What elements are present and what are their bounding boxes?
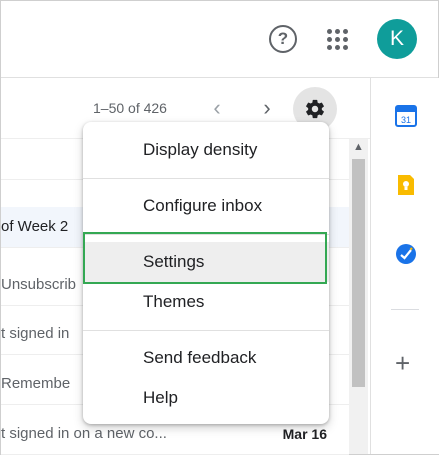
list-scrollbar[interactable]: ▲ (349, 139, 368, 454)
calendar-icon-graphic: 31 (395, 105, 417, 127)
apps-dot (335, 37, 340, 42)
settings-highlight-box (83, 232, 327, 284)
row-text: Remembe (1, 375, 71, 392)
row-text: Unsubscrib (1, 276, 77, 293)
menu-item-send-feedback[interactable]: Send feedback (83, 338, 329, 378)
calendar-day: 31 (401, 115, 411, 125)
calendar-icon[interactable]: 31 (395, 105, 417, 127)
pagination-range: 1–50 of 426 (93, 100, 167, 116)
row-text: t signed in (1, 325, 70, 342)
keep-icon[interactable] (395, 174, 417, 196)
scroll-thumb[interactable] (352, 159, 365, 387)
menu-item-label: Display density (143, 140, 258, 159)
menu-item-configure-inbox[interactable]: Configure inbox (83, 186, 329, 226)
keep-icon-graphic (398, 175, 414, 195)
apps-dot (343, 29, 348, 34)
menu-divider (83, 330, 329, 331)
menu-item-label: Send feedback (143, 348, 257, 367)
scroll-up-arrow-icon[interactable]: ▲ (353, 141, 364, 153)
tasks-icon[interactable] (395, 243, 417, 265)
menu-item-label: Themes (143, 292, 205, 311)
side-divider (391, 309, 419, 310)
apps-dot (335, 45, 340, 50)
menu-item-themes[interactable]: Themes (83, 282, 329, 322)
apps-dot (327, 29, 332, 34)
apps-grid-icon[interactable] (325, 27, 351, 53)
menu-item-help[interactable]: Help (83, 378, 329, 418)
top-bar: ? K (1, 1, 438, 78)
menu-item-label: Help (143, 388, 178, 407)
account-avatar[interactable]: K (377, 19, 417, 59)
help-icon[interactable]: ? (269, 25, 297, 53)
add-addon-plus-icon[interactable]: + (395, 350, 410, 376)
apps-dot (335, 29, 340, 34)
apps-dot (327, 45, 332, 50)
older-chevron-left-icon[interactable]: ‹ (207, 96, 227, 120)
apps-dot (343, 45, 348, 50)
apps-dot (343, 37, 348, 42)
newer-chevron-right-icon[interactable]: › (257, 96, 277, 120)
gmail-window: ? K 1–50 of 426 ‹ › of Week 2 Unsubscrib… (0, 0, 439, 455)
row-text: of Week 2 (1, 218, 69, 235)
apps-dot (327, 37, 332, 42)
side-panel: 31 + (370, 78, 439, 454)
gear-icon (306, 99, 324, 119)
menu-divider (83, 178, 329, 179)
tasks-icon-graphic (396, 244, 416, 264)
menu-item-display-density[interactable]: Display density (83, 130, 329, 170)
menu-item-label: Configure inbox (143, 196, 263, 215)
